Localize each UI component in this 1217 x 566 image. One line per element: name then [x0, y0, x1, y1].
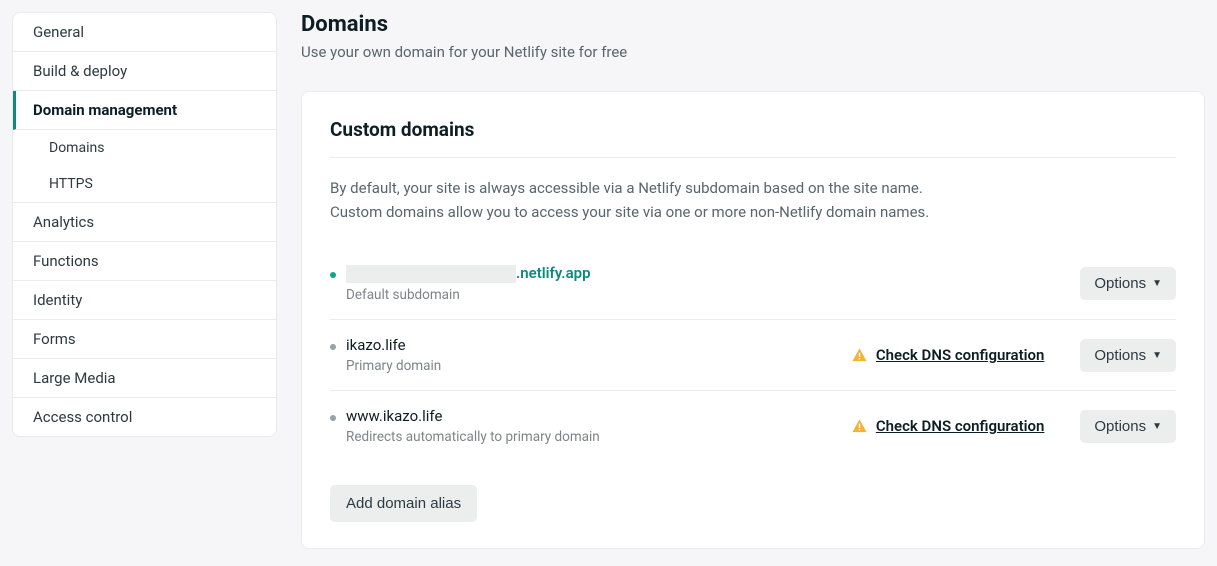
options-button[interactable]: Options ▼: [1080, 410, 1176, 443]
page-title: Domains: [301, 12, 1205, 37]
redacted-domain-prefix: [346, 265, 516, 283]
sidebar-item-analytics[interactable]: Analytics: [13, 203, 276, 242]
domain-info: www.ikazo.life Redirects automatically t…: [330, 407, 600, 445]
sidebar-item-domain-management[interactable]: Domain management: [13, 91, 276, 130]
sidebar-item-large-media[interactable]: Large Media: [13, 359, 276, 398]
domain-suffix: .netlify.app: [516, 264, 591, 282]
options-label: Options: [1094, 275, 1146, 292]
options-button[interactable]: Options ▼: [1080, 267, 1176, 300]
domain-row-right: Check DNS configuration Options ▼: [851, 410, 1176, 443]
domain-info: ikazo.life Primary domain: [330, 336, 441, 374]
domain-name-link[interactable]: .netlify.app: [346, 264, 591, 283]
dns-warning: Check DNS configuration: [851, 346, 1045, 364]
warning-icon: [851, 347, 868, 364]
options-button[interactable]: Options ▼: [1080, 339, 1176, 372]
sidebar-item-functions[interactable]: Functions: [13, 242, 276, 281]
card-title: Custom domains: [330, 118, 1176, 158]
options-label: Options: [1094, 347, 1146, 364]
domain-name[interactable]: ikazo.life: [346, 336, 441, 354]
page-subtitle: Use your own domain for your Netlify sit…: [301, 43, 1205, 61]
chevron-down-icon: ▼: [1152, 278, 1162, 289]
domain-subtext: Default subdomain: [346, 287, 591, 303]
sidebar-item-identity[interactable]: Identity: [13, 281, 276, 320]
dns-warning: Check DNS configuration: [851, 417, 1045, 435]
sidebar-subgroup: Domains HTTPS: [13, 130, 276, 203]
sidebar: General Build & deploy Domain management…: [12, 12, 277, 437]
status-bullet-icon: [330, 344, 336, 350]
sidebar-item-general[interactable]: General: [13, 13, 276, 52]
domain-name[interactable]: www.ikazo.life: [346, 407, 600, 425]
status-bullet-icon: [330, 272, 336, 278]
card-description: By default, your site is always accessib…: [330, 176, 1176, 224]
main-content: Domains Use your own domain for your Net…: [301, 12, 1205, 549]
status-bullet-icon: [330, 415, 336, 421]
sidebar-subitem-domains[interactable]: Domains: [13, 130, 276, 166]
domain-row: www.ikazo.life Redirects automatically t…: [330, 391, 1176, 461]
domain-subtext: Redirects automatically to primary domai…: [346, 429, 600, 445]
card-desc-line2: Custom domains allow you to access your …: [330, 200, 1176, 224]
domain-row: ikazo.life Primary domain Check DNS conf…: [330, 320, 1176, 391]
domain-row: .netlify.app Default subdomain Options ▼: [330, 248, 1176, 320]
custom-domains-card: Custom domains By default, your site is …: [301, 91, 1205, 549]
sidebar-subitem-https[interactable]: HTTPS: [13, 166, 276, 202]
check-dns-link[interactable]: Check DNS configuration: [876, 346, 1045, 364]
options-label: Options: [1094, 418, 1146, 435]
card-desc-line1: By default, your site is always accessib…: [330, 176, 1176, 200]
domain-info: .netlify.app Default subdomain: [330, 264, 591, 303]
domain-row-right: Check DNS configuration Options ▼: [851, 339, 1176, 372]
chevron-down-icon: ▼: [1152, 421, 1162, 432]
domain-subtext: Primary domain: [346, 358, 441, 374]
chevron-down-icon: ▼: [1152, 350, 1162, 361]
sidebar-item-forms[interactable]: Forms: [13, 320, 276, 359]
warning-icon: [851, 418, 868, 435]
check-dns-link[interactable]: Check DNS configuration: [876, 417, 1045, 435]
sidebar-item-access-control[interactable]: Access control: [13, 398, 276, 436]
add-domain-alias-button[interactable]: Add domain alias: [330, 485, 477, 522]
domain-row-right: Options ▼: [1080, 267, 1176, 300]
sidebar-item-build-deploy[interactable]: Build & deploy: [13, 52, 276, 91]
